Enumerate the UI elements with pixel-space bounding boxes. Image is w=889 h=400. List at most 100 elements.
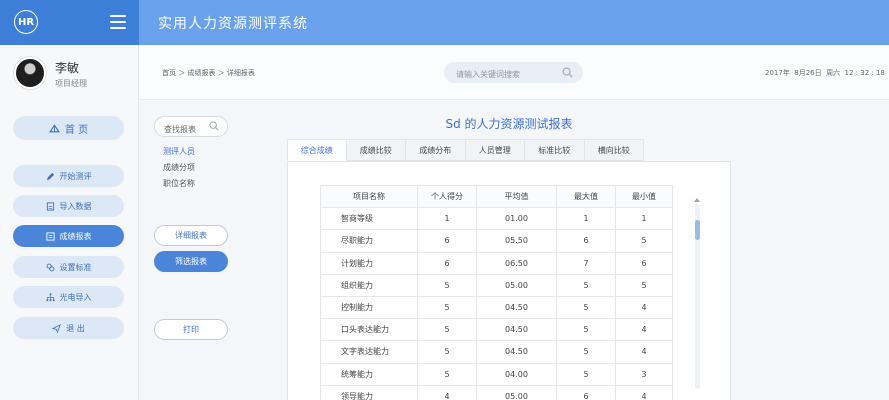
top-toolbar: 首页 ＞ 成绩报表 ＞ 详细报表 2017年 8月26日 周六 12 : 32 …	[139, 45, 889, 100]
send-icon	[52, 323, 62, 333]
table-cell: 05.00	[476, 384, 557, 400]
report-title: Sd 的人力资源测试报表	[445, 117, 573, 131]
table-cell: 1	[417, 207, 477, 231]
table-cell: 7	[556, 251, 616, 275]
tab-horizontal-compare[interactable]: 横向比较	[584, 139, 644, 161]
table-cell: 5	[417, 295, 477, 320]
sidebar-item-label: 光电导入	[59, 292, 92, 302]
table-cell: 5	[417, 318, 477, 342]
sidebar-item-label: 退 出	[66, 323, 85, 333]
table-row[interactable]: 控制能力 5 04.50 5 4	[320, 295, 673, 320]
scrollbar[interactable]	[695, 204, 700, 389]
table-cell: 04.00	[476, 362, 557, 386]
table-row[interactable]: 统筹能力 5 04.00 5 3	[320, 362, 673, 386]
table-cell: 统筹能力	[320, 362, 418, 386]
sidebar-item-logout[interactable]: 退 出	[13, 317, 124, 339]
avatar[interactable]	[14, 57, 46, 89]
table-cell: 5	[417, 273, 477, 297]
report-table: 项目名称 个人得分 平均值 最大值 最小值 智商等级 1 01.00 1 1 尽职能力 6 0…	[320, 184, 673, 400]
breadcrumb[interactable]: 首页 ＞ 成绩报表 ＞ 详细报表	[162, 68, 255, 78]
table-row[interactable]: 口头表达能力 5 04.50 5 4	[320, 318, 673, 342]
sidebar-item-label: 成绩报表	[59, 231, 92, 241]
sidebar-item-home[interactable]: 首 页	[13, 116, 124, 140]
report-search	[154, 116, 228, 139]
sidebar-item-start-test[interactable]: 开始测评	[13, 165, 124, 187]
user-name: 李敏	[55, 61, 80, 75]
tab-staff-management[interactable]: 人员管理	[465, 139, 525, 161]
search-icon[interactable]	[209, 121, 219, 131]
column-header: 项目名称	[320, 184, 418, 209]
report-panel: 项目名称 个人得分 平均值 最大值 最小值 智商等级 1 01.00 1 1 尽职能力 6 0…	[287, 161, 731, 400]
sidebar-item-set-standard[interactable]: 设置标准	[13, 256, 124, 278]
table-cell: 04.50	[476, 295, 557, 320]
column-header: 最小值	[615, 184, 673, 209]
table-cell: 01.00	[476, 207, 557, 231]
pen-icon	[46, 172, 54, 180]
table-cell: 领导能力	[320, 384, 418, 400]
table-header-row: 项目名称 个人得分 平均值 最大值 最小值	[320, 184, 673, 209]
tab-standard-compare[interactable]: 标准比较	[525, 139, 585, 161]
table-cell: 5	[556, 273, 616, 297]
sublink-test-staff[interactable]: 测评人员	[163, 146, 195, 157]
table-cell: 1	[615, 207, 673, 231]
search-icon[interactable]	[562, 67, 573, 78]
datetime: 2017年 8月26日 周六 12 : 32 : 18	[765, 69, 885, 77]
sidebar-item-label: 导入数据	[59, 201, 92, 211]
table-cell: 3	[615, 362, 673, 386]
sidebar-item-label: 设置标准	[59, 262, 92, 272]
table-row[interactable]: 计划能力 6 06.50 7 6	[320, 251, 673, 275]
column-header: 个人得分	[417, 184, 477, 209]
search-input[interactable]	[456, 64, 566, 85]
sidebar-item-import-data[interactable]: 导入数据	[13, 195, 124, 217]
table-cell: 6	[556, 229, 616, 253]
table-cell: 6	[615, 251, 673, 275]
table-row[interactable]: 尽职能力 6 05.50 6 5	[320, 229, 673, 253]
sidebar-item-label: 首 页	[64, 124, 89, 136]
table-cell: 组织能力	[320, 273, 418, 297]
tab-score-distribution[interactable]: 成绩分布	[406, 139, 466, 161]
table-cell: 5	[556, 340, 616, 364]
sidebar-item-optical-import[interactable]: 光电导入	[13, 286, 124, 308]
sublink-position-name[interactable]: 职位名称	[163, 178, 195, 189]
hamburger-menu-icon[interactable]	[110, 15, 126, 29]
table-row[interactable]: 文字表达能力 5 04.50 5 4	[320, 340, 673, 364]
report-search-input[interactable]	[164, 120, 214, 139]
print-button[interactable]: 打印	[154, 319, 228, 340]
detail-report-button[interactable]: 详细报表	[154, 225, 228, 246]
report-tabs: 综合成绩 成绩比较 成绩分布 人员管理 标准比较 横向比较	[287, 139, 644, 161]
sidebar-item-score-report[interactable]: 成绩报表	[13, 225, 124, 247]
table-cell: 口头表达能力	[320, 318, 418, 342]
header-brand-area: HR	[0, 0, 139, 45]
tab-score-compare[interactable]: 成绩比较	[346, 139, 406, 161]
table-row[interactable]: 领导能力 4 05.00 6 4	[320, 384, 673, 400]
column-header: 平均值	[476, 184, 557, 209]
tab-overall-score[interactable]: 综合成绩	[287, 139, 347, 161]
table-cell: 4	[417, 384, 477, 400]
table-cell: 1	[556, 207, 616, 231]
scrollbar-thumb[interactable]	[695, 220, 700, 240]
table-cell: 6	[417, 251, 477, 275]
table-cell: 4	[615, 295, 673, 320]
table-cell: 6	[556, 384, 616, 400]
scroll-up-arrow-icon[interactable]	[694, 198, 700, 202]
table-cell: 05.50	[476, 229, 557, 253]
hr-logo: HR	[14, 10, 38, 34]
table-cell: 06.50	[476, 251, 557, 275]
table-row[interactable]: 组织能力 5 05.00 5 5	[320, 273, 673, 297]
home-icon	[48, 123, 60, 132]
table-cell: 5	[615, 273, 673, 297]
table-cell: 4	[615, 340, 673, 364]
table-cell: 04.50	[476, 340, 557, 364]
table-cell: 5	[556, 362, 616, 386]
user-role: 项目经理	[55, 79, 87, 88]
column-header: 最大值	[556, 184, 616, 209]
table-cell: 智商等级	[320, 207, 418, 231]
table-cell: 5	[556, 295, 616, 320]
sublink-score-items[interactable]: 成绩分项	[163, 162, 195, 173]
filter-report-button[interactable]: 筛选报表	[154, 251, 228, 272]
table-cell: 5	[417, 362, 477, 386]
table-cell: 尽职能力	[320, 229, 418, 253]
report-icon	[45, 231, 55, 241]
table-cell: 文字表达能力	[320, 340, 418, 364]
table-row[interactable]: 智商等级 1 01.00 1 1	[320, 207, 673, 231]
